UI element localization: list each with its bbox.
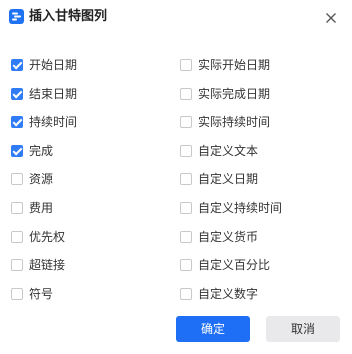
checkbox-unchecked[interactable] [180, 145, 192, 157]
checkbox-unchecked[interactable] [11, 231, 23, 243]
option-right-5[interactable]: 自定义日期 [180, 170, 258, 188]
checkbox-checked[interactable] [11, 116, 23, 128]
option-right-4[interactable]: 自定义文本 [180, 142, 258, 160]
option-label: 结束日期 [29, 87, 78, 101]
column-options: 开始日期结束日期持续时间完成资源费用优先权超链接符号 实际开始日期 实际完成日期 实际… [0, 0, 352, 354]
checkbox-unchecked[interactable] [180, 231, 192, 243]
option-left-5[interactable]: 资源 [11, 170, 53, 188]
option-label: 优先权 [29, 230, 66, 244]
option-label: 自定义持续时间 [198, 201, 283, 215]
option-left-9[interactable]: 符号 [11, 285, 53, 303]
option-left-2[interactable]: 结束日期 [11, 85, 77, 103]
option-label: 自定义数字 [198, 287, 259, 301]
option-right-7[interactable]: 自定义货币 [180, 228, 258, 246]
option-label: 实际完成日期 [198, 87, 271, 101]
option-right-8[interactable]: 自定义百分比 [180, 256, 270, 274]
option-label: 自定义百分比 [198, 258, 271, 272]
option-label: 超链接 [29, 258, 66, 272]
option-left-7[interactable]: 优先权 [11, 228, 65, 246]
option-label: 符号 [29, 287, 54, 301]
option-label: 完成 [29, 144, 54, 158]
checkbox-unchecked[interactable] [180, 59, 192, 71]
option-left-8[interactable]: 超链接 [11, 256, 65, 274]
checkbox-unchecked[interactable] [11, 288, 23, 300]
cancel-button[interactable]: 取消 [266, 316, 340, 342]
option-right-1[interactable]: 实际开始日期 [180, 56, 270, 74]
option-right-2[interactable]: 实际完成日期 [180, 85, 270, 103]
checkbox-unchecked[interactable] [11, 259, 23, 271]
checkbox-unchecked[interactable] [180, 259, 192, 271]
checkbox-checked[interactable] [11, 145, 23, 157]
option-label: 持续时间 [29, 115, 78, 129]
checkbox-unchecked[interactable] [11, 173, 23, 185]
option-label: 实际持续时间 [198, 115, 271, 129]
option-right-3[interactable]: 实际持续时间 [180, 113, 270, 131]
option-label: 自定义货币 [198, 230, 259, 244]
option-label: 费用 [29, 201, 54, 215]
option-label: 自定义文本 [198, 144, 259, 158]
option-left-6[interactable]: 费用 [11, 199, 53, 217]
insert-gantt-columns-dialog: 插入甘特图列 开始日期 结束日期 持续时间 完成 资源 费用 优先权 超链接 符号 实际开始日期实… [0, 0, 352, 354]
option-label: 资源 [29, 172, 54, 186]
checkbox-unchecked[interactable] [11, 202, 23, 214]
ok-button[interactable]: 确定 [176, 316, 250, 342]
checkbox-unchecked[interactable] [180, 173, 192, 185]
option-label: 开始日期 [29, 58, 78, 72]
checkbox-checked[interactable] [11, 88, 23, 100]
option-left-1[interactable]: 开始日期 [11, 56, 77, 74]
checkbox-unchecked[interactable] [180, 288, 192, 300]
checkbox-unchecked[interactable] [180, 88, 192, 100]
checkbox-unchecked[interactable] [180, 202, 192, 214]
option-label: 自定义日期 [198, 172, 259, 186]
option-right-9[interactable]: 自定义数字 [180, 285, 258, 303]
checkbox-unchecked[interactable] [180, 116, 192, 128]
option-left-4[interactable]: 完成 [11, 142, 53, 160]
option-left-3[interactable]: 持续时间 [11, 113, 77, 131]
option-label: 实际开始日期 [198, 58, 271, 72]
option-right-6[interactable]: 自定义持续时间 [180, 199, 282, 217]
checkbox-checked[interactable] [11, 59, 23, 71]
